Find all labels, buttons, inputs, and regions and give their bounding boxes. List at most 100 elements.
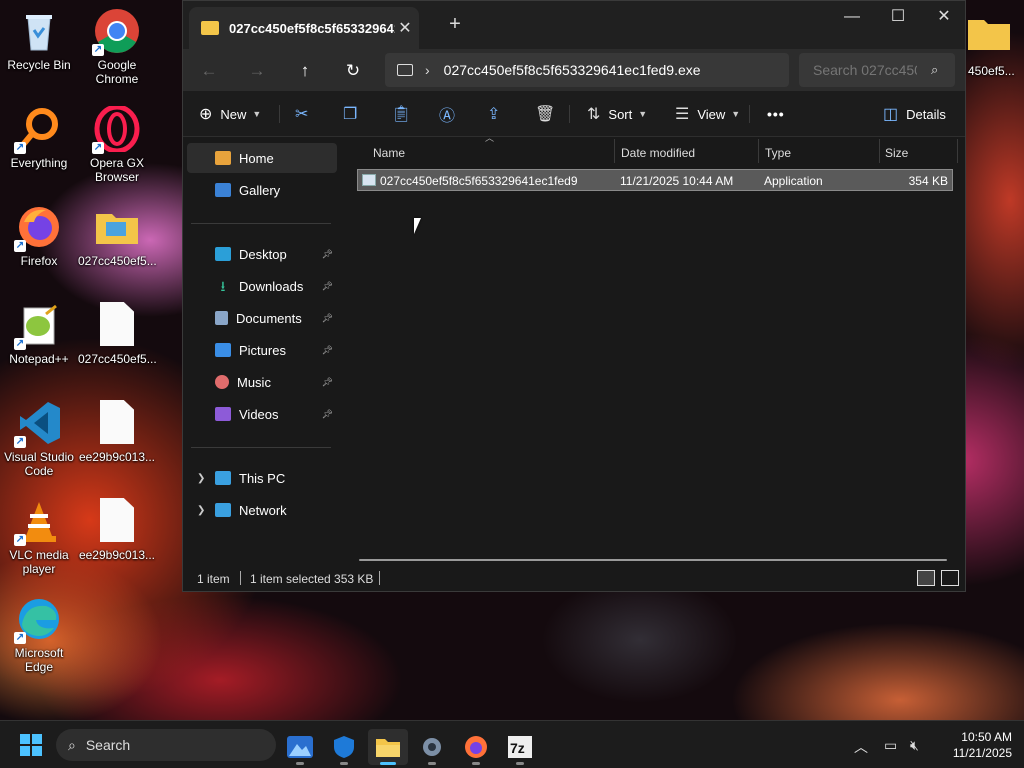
forward-button[interactable]: →	[243, 57, 271, 85]
sidebar-item-label: Pictures	[239, 342, 286, 358]
delete-button[interactable]: 🗑︎	[535, 100, 563, 128]
desktop-icon-recycle-bin[interactable]: Recycle Bin	[0, 8, 78, 72]
cut-button[interactable]: ✂	[295, 100, 316, 128]
shortcut-arrow-icon: ↗	[14, 436, 26, 448]
desktop-icon-folder-right[interactable]: 450ef5...	[960, 14, 1024, 78]
up-button[interactable]: ↑	[291, 57, 319, 85]
sidebar-item-gallery[interactable]: Gallery	[187, 175, 337, 205]
everything-icon: ↗	[14, 106, 62, 154]
show-hidden-icons-button[interactable]: ︿	[854, 737, 868, 757]
sort-button[interactable]: ⇅ Sort ▼	[587, 100, 647, 128]
details-pane-button[interactable]: ◫ Details	[883, 100, 946, 128]
new-tab-button[interactable]: +	[443, 13, 467, 36]
details-view-icon[interactable]	[917, 570, 935, 586]
sidebar-item-home[interactable]: Home	[187, 143, 337, 173]
file-name: 027cc450ef5f8c5f653329641ec1fed9	[380, 174, 578, 188]
sidebar-item-this-pc[interactable]: ❯ This PC	[187, 463, 337, 493]
desktop-icon-chrome[interactable]: ↗ Google Chrome	[78, 8, 156, 86]
desktop-icon-label: ee29b9c013...	[78, 450, 156, 464]
sidebar-item-downloads[interactable]: ⭳ Downloads 📌︎	[187, 271, 337, 301]
file-type: Application	[764, 174, 823, 188]
pin-icon: 📌︎	[321, 248, 333, 259]
tab-active[interactable]: 027cc450ef5f8c5f653329641ec ✕	[189, 7, 419, 49]
new-button[interactable]: ⊕ New ▼	[199, 100, 261, 128]
shield-icon	[334, 736, 354, 758]
search-box[interactable]: ⌕	[799, 53, 955, 87]
copy-icon: ❐	[343, 106, 358, 123]
taskbar-app-7zip[interactable]: 7z	[500, 729, 540, 765]
shortcut-arrow-icon: ↗	[92, 44, 104, 56]
desktop-icon-opera-gx[interactable]: ↗ Opera GX Browser	[78, 104, 156, 184]
rename-button[interactable]: Ⓐ	[439, 100, 463, 128]
pin-icon: 📌︎	[321, 280, 333, 291]
sidebar-item-label: Videos	[239, 406, 279, 422]
taskbar-app-security[interactable]	[324, 729, 364, 765]
address-path-field[interactable]: › 027cc450ef5f8c5f653329641ec1fed9.exe	[385, 53, 789, 87]
desktop-icon-notepadpp[interactable]: ↗ Notepad++	[0, 302, 78, 366]
column-header-name[interactable]: Name	[373, 141, 405, 165]
desktop-icon-label: ee29b9c013...	[78, 548, 156, 562]
column-divider[interactable]	[614, 139, 615, 163]
minimize-button[interactable]: —	[829, 5, 875, 29]
maximize-button[interactable]: ☐	[875, 5, 921, 29]
taskbar-app-widgets[interactable]	[280, 729, 320, 765]
folder-icon	[94, 204, 140, 250]
refresh-button[interactable]: ↻	[339, 57, 367, 85]
desktop-icon-file[interactable]: ee29b9c013...	[78, 498, 156, 562]
sidebar-item-desktop[interactable]: Desktop 📌︎	[187, 239, 337, 269]
search-input[interactable]	[813, 62, 917, 78]
start-button[interactable]	[20, 734, 42, 756]
tiles-view-icon[interactable]	[941, 570, 959, 586]
desktop-icon-edge[interactable]: ↗ Microsoft Edge	[0, 596, 78, 674]
taskbar: ⌕ Search 7z ︿ ▭ 🔇︎ 10:50 AM 11/21/2025	[0, 720, 1024, 768]
taskbar-app-firefox[interactable]	[456, 729, 496, 765]
column-header-size[interactable]: Size	[885, 141, 908, 165]
paste-button[interactable]: 📋︎	[391, 100, 419, 128]
column-divider[interactable]	[879, 139, 880, 163]
more-options-button[interactable]: •••	[767, 100, 785, 128]
copy-button[interactable]: ❐	[343, 100, 365, 128]
sidebar-item-network[interactable]: ❯ Network	[187, 495, 337, 525]
sort-label: Sort	[608, 106, 633, 122]
pictures-icon	[215, 343, 231, 357]
back-button[interactable]: ←	[195, 57, 223, 85]
view-button[interactable]: ☰ View ▼	[675, 100, 740, 128]
desktop-icon-vscode[interactable]: ↗ Visual Studio Code	[0, 400, 78, 478]
sort-up-icon: ︿	[485, 133, 495, 143]
share-button[interactable]: ⇪	[487, 100, 508, 128]
close-window-button[interactable]: ✕	[921, 5, 967, 29]
desktop-icon-label: Opera GX Browser	[89, 156, 145, 184]
desktop-icon-vlc[interactable]: ↗ VLC media player	[0, 498, 78, 576]
taskbar-app-file-explorer[interactable]	[368, 729, 408, 765]
desktop-icon-file[interactable]: 027cc450ef5...	[78, 302, 157, 366]
chevron-right-icon[interactable]: ❯	[197, 473, 205, 484]
sidebar-item-music[interactable]: Music 📌︎	[187, 367, 337, 397]
sidebar-item-videos[interactable]: Videos 📌︎	[187, 399, 337, 429]
horizontal-scrollbar[interactable]	[359, 559, 947, 561]
desktop-icon-file[interactable]: ee29b9c013...	[78, 400, 156, 464]
desktop-icon-label: VLC media player	[9, 548, 69, 576]
sidebar-item-pictures[interactable]: Pictures 📌︎	[187, 335, 337, 365]
column-header-date[interactable]: Date modified	[621, 141, 695, 165]
display-icon[interactable]: ▭	[884, 737, 897, 754]
command-bar: ⊕ New ▼ ✂ ❐ 📋︎ Ⓐ ⇪ 🗑︎ ⇅ Sort ▼ ☰ View ▼ …	[183, 91, 965, 137]
divider	[191, 223, 331, 224]
sidebar-item-documents[interactable]: Documents 📌︎	[187, 303, 337, 333]
column-divider[interactable]	[758, 139, 759, 163]
desktop-icon-everything[interactable]: ↗ Everything	[0, 106, 78, 170]
column-divider[interactable]	[957, 139, 958, 163]
file-row[interactable]: 027cc450ef5f8c5f653329641ec1fed9 11/21/2…	[357, 169, 953, 191]
system-clock[interactable]: 10:50 AM 11/21/2025	[938, 729, 1012, 761]
desktop-icon-folder[interactable]: 027cc450ef5...	[78, 204, 157, 268]
download-arrow-icon: ⭳	[220, 278, 226, 294]
running-indicator	[340, 762, 348, 765]
chevron-right-icon[interactable]: ❯	[197, 505, 205, 516]
close-tab-icon[interactable]: ✕	[395, 18, 415, 38]
taskbar-search[interactable]: ⌕ Search	[56, 729, 276, 761]
column-header-type[interactable]: Type	[765, 141, 791, 165]
desktop-icon-firefox[interactable]: ↗ Firefox	[0, 204, 78, 268]
pin-icon: 📌︎	[321, 376, 333, 387]
volume-muted-icon[interactable]: 🔇︎	[910, 737, 919, 754]
shortcut-arrow-icon: ↗	[92, 142, 104, 154]
taskbar-app-settings[interactable]	[412, 729, 452, 765]
